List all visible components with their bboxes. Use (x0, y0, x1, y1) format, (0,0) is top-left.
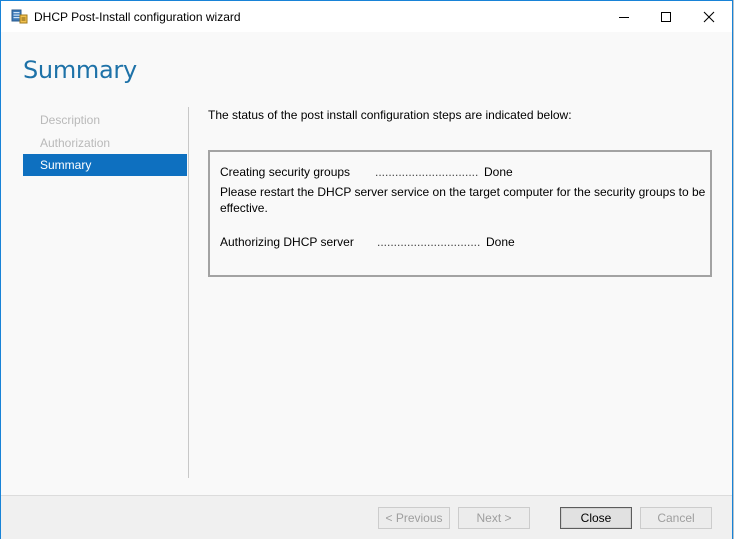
dhcp-server-icon (11, 9, 28, 24)
title-bar[interactable]: DHCP Post-Install configuration wizard (1, 1, 732, 32)
cancel-button[interactable]: Cancel (640, 507, 712, 529)
nav-item-summary[interactable]: Summary (23, 154, 187, 176)
intro-text: The status of the post install configura… (208, 108, 572, 122)
wizard-window: DHCP Post-Install configuration wizard S… (0, 0, 733, 539)
nav-item-description[interactable]: Description (23, 109, 187, 131)
footer-bar: < Previous Next > Close Cancel (1, 495, 732, 539)
next-button[interactable]: Next > (458, 507, 530, 529)
step-status-security-groups: Done (484, 165, 513, 179)
step-label-security-groups: Creating security groups (220, 165, 351, 179)
step-label-authorizing: Authorizing DHCP server (220, 235, 354, 249)
minimize-icon (619, 16, 629, 18)
close-window-button[interactable] (686, 1, 732, 32)
minimize-button[interactable] (601, 1, 647, 32)
restart-note-line2: effective. (220, 201, 268, 215)
close-button[interactable]: Close (560, 507, 632, 529)
window-title: DHCP Post-Install configuration wizard (34, 10, 241, 24)
maximize-button[interactable] (643, 1, 689, 32)
step-dots-authorizing: ........................................… (377, 235, 480, 249)
status-box: Creating security groups ...............… (208, 150, 712, 277)
nav-item-authorization[interactable]: Authorization (23, 132, 187, 154)
previous-button[interactable]: < Previous (378, 507, 450, 529)
restart-note-line1: Please restart the DHCP server service o… (220, 185, 706, 199)
maximize-icon (661, 11, 671, 22)
close-icon (703, 11, 715, 22)
page-title: Summary (23, 56, 137, 84)
step-dots-security-groups: ........................................… (375, 165, 478, 179)
nav-divider (188, 107, 189, 478)
step-status-authorizing: Done (486, 235, 515, 249)
